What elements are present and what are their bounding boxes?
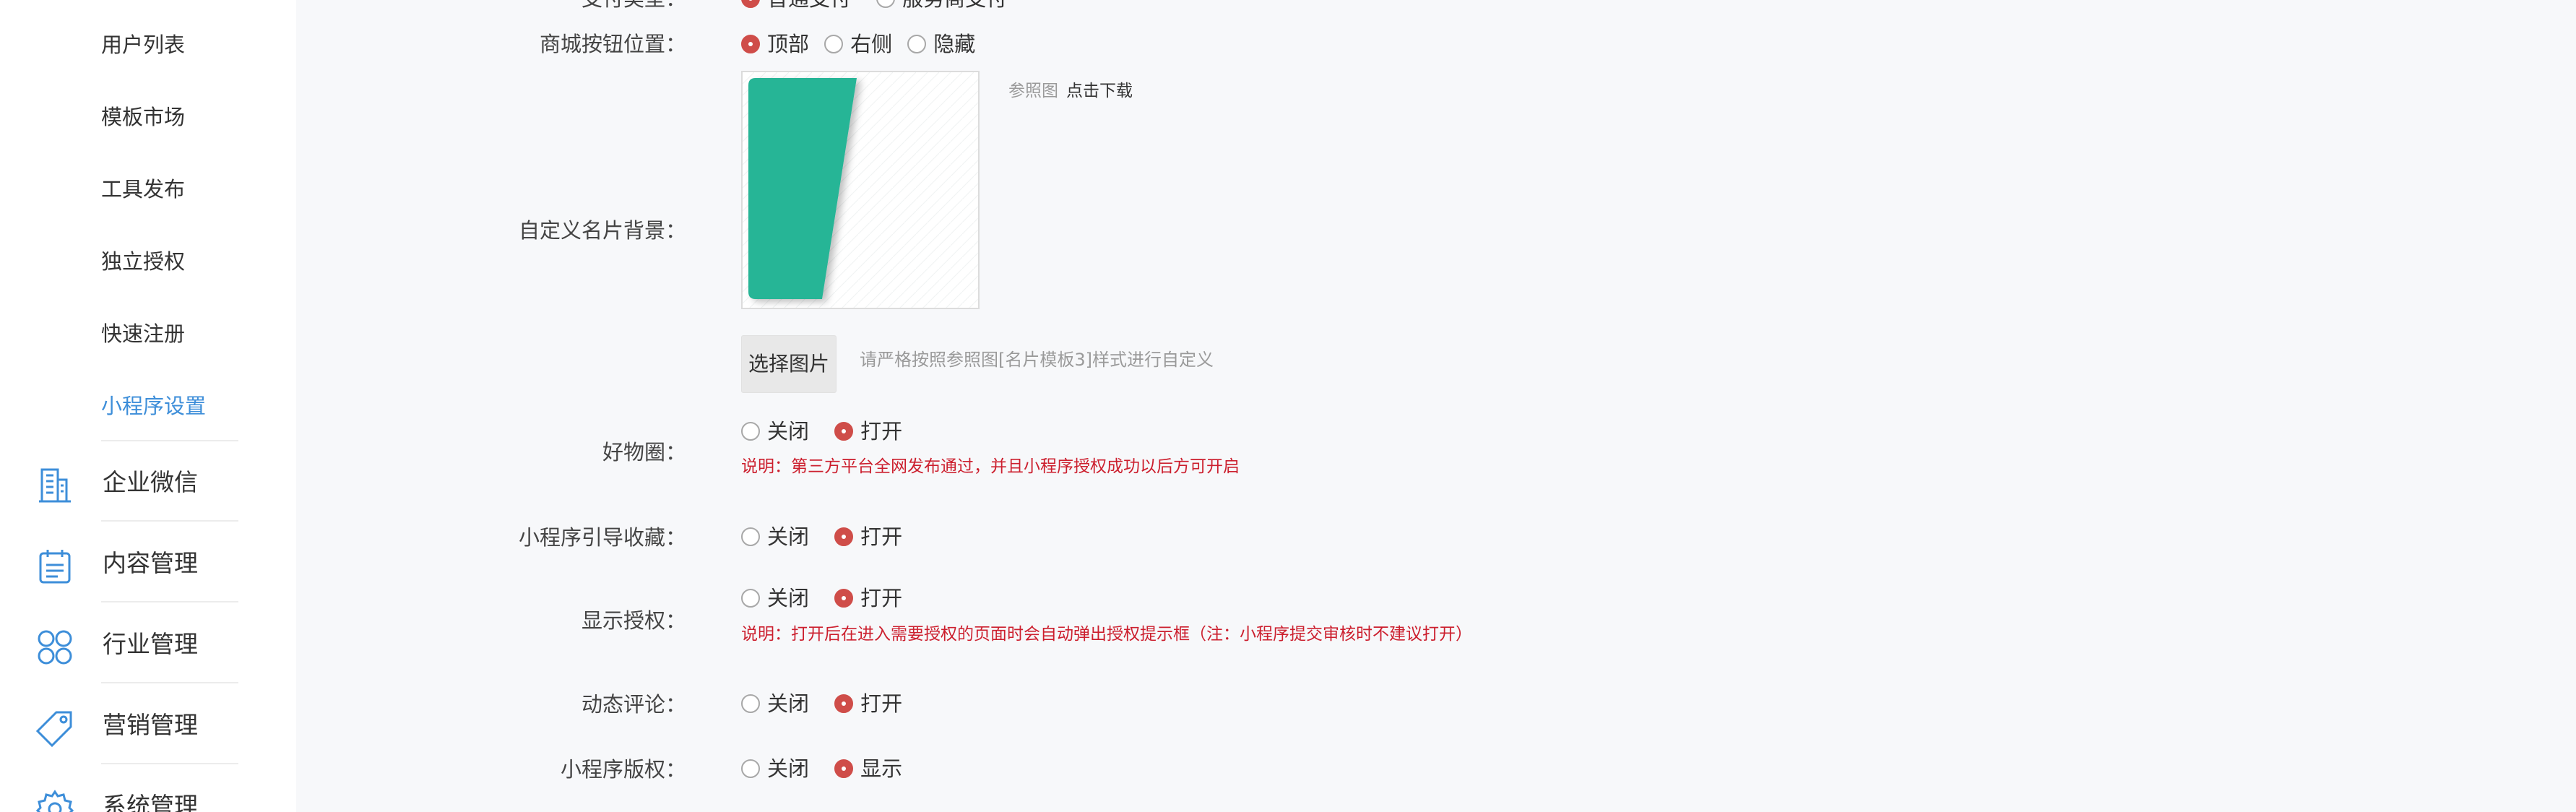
guide-favorite-label: 小程序引导收藏： (518, 525, 686, 550)
copyright-label: 小程序版权： (560, 757, 686, 782)
pay-type-provider-radio[interactable]: 服务商支付 (876, 0, 1007, 13)
show-auth-on-radio[interactable]: 打开 (834, 584, 902, 613)
radio-dot-icon (741, 35, 760, 53)
page: 用户列表 模板市场 工具发布 独立授权 快速注册 小程序设置 企业微信 内容管理… (0, 0, 2576, 812)
grid-circles-icon (35, 627, 75, 668)
radio-dot-icon (907, 35, 927, 53)
reference-image-label: 参照图 (1008, 82, 1058, 100)
sidebar-item-system-management[interactable]: 系统管理 (0, 777, 296, 812)
radio-dot-icon (876, 0, 896, 8)
radio-dot-icon (741, 759, 760, 778)
dynamic-comment-on-radio[interactable]: 打开 (834, 689, 902, 718)
radio-dot-icon (741, 0, 760, 8)
radio-dot-icon (834, 589, 854, 608)
sidebar-divider (101, 763, 238, 764)
sidebar-divider (101, 440, 238, 441)
radio-dot-icon (834, 694, 854, 713)
card-background-label: 自定义名片背景： (518, 218, 686, 243)
sidebar-item-miniprogram-settings[interactable]: 小程序设置 (101, 392, 206, 420)
sidebar-item-industry-management[interactable]: 行业管理 (0, 616, 296, 673)
pay-type-radio-group: 普通支付 服务商支付 (741, 0, 1029, 13)
goods-circle-label: 好物圈： (602, 440, 686, 465)
gear-icon (35, 789, 75, 812)
card-background-preview[interactable] (741, 71, 980, 309)
show-auth-note: 说明：打开后在进入需要授权的页面时会自动弹出授权提示框（注：小程序提交审核时不建… (741, 625, 1472, 644)
building-icon (35, 465, 75, 506)
mall-button-top-radio[interactable]: 顶部 (741, 30, 809, 59)
goods-circle-note: 说明：第三方平台全网发布通过，并且小程序授权成功以后方可开启 (741, 457, 1240, 476)
copyright-show-radio[interactable]: 显示 (834, 754, 902, 783)
goods-circle-on-radio[interactable]: 打开 (834, 417, 902, 446)
select-image-hint: 请严格按照参照图[名片模板3]样式进行自定义 (860, 350, 1214, 370)
sidebar-item-label: 营销管理 (103, 711, 198, 739)
settings-form: 支付类型： 普通支付 服务商支付 商城按钮位置： 顶部 右侧 隐藏 自定义名片背… (296, 0, 2576, 812)
sidebar-item-user-list[interactable]: 用户列表 (101, 30, 185, 59)
sidebar-item-tool-publish[interactable]: 工具发布 (101, 175, 185, 204)
sidebar-item-enterprise-wechat[interactable]: 企业微信 (0, 454, 296, 511)
dynamic-comment-off-radio[interactable]: 关闭 (741, 689, 809, 718)
guide-favorite-on-radio[interactable]: 打开 (834, 522, 902, 551)
radio-dot-icon (824, 35, 844, 53)
dynamic-comment-label: 动态评论： (581, 692, 686, 717)
sidebar-item-quick-register[interactable]: 快速注册 (101, 319, 185, 348)
show-auth-off-radio[interactable]: 关闭 (741, 584, 809, 613)
radio-dot-icon (741, 422, 760, 441)
sidebar-item-template-market[interactable]: 模板市场 (101, 103, 185, 131)
sidebar-item-independent-auth[interactable]: 独立授权 (101, 247, 185, 276)
goods-circle-radio-group: 关闭 打开 (741, 417, 924, 446)
tag-icon (35, 708, 75, 748)
mall-button-right-radio[interactable]: 右侧 (824, 30, 892, 59)
copyright-radio-group: 关闭 显示 (741, 754, 924, 783)
sidebar-item-content-management[interactable]: 内容管理 (0, 535, 296, 592)
calendar-list-icon (35, 546, 75, 587)
mall-button-hidden-radio[interactable]: 隐藏 (907, 30, 975, 59)
sidebar-divider (101, 520, 238, 522)
guide-favorite-radio-group: 关闭 打开 (741, 522, 924, 551)
dynamic-comment-radio-group: 关闭 打开 (741, 689, 924, 718)
download-reference-link[interactable]: 点击下载 (1066, 79, 1133, 103)
radio-dot-icon (834, 422, 854, 441)
sidebar-divider (101, 682, 238, 683)
sidebar-item-label: 企业微信 (103, 468, 198, 496)
mall-button-radio-group: 顶部 右侧 隐藏 (741, 30, 997, 59)
sidebar-divider (101, 601, 238, 602)
show-auth-label: 显示授权： (581, 608, 686, 633)
goods-circle-off-radio[interactable]: 关闭 (741, 417, 809, 446)
show-auth-radio-group: 关闭 打开 (741, 584, 924, 613)
radio-dot-icon (741, 694, 760, 713)
sidebar-item-label: 内容管理 (103, 549, 198, 577)
radio-dot-icon (741, 527, 760, 546)
sidebar-item-label: 系统管理 (103, 792, 198, 812)
pay-type-label: 支付类型： (296, 0, 686, 13)
radio-dot-icon (741, 589, 760, 608)
sidebar: 用户列表 模板市场 工具发布 独立授权 快速注册 小程序设置 企业微信 内容管理… (0, 0, 296, 812)
sidebar-item-marketing-management[interactable]: 营销管理 (0, 696, 296, 754)
mall-button-position-label: 商城按钮位置： (539, 32, 686, 56)
guide-favorite-off-radio[interactable]: 关闭 (741, 522, 809, 551)
radio-dot-icon (834, 527, 854, 546)
radio-dot-icon (834, 759, 854, 778)
pay-type-normal-radio[interactable]: 普通支付 (741, 0, 851, 13)
sidebar-item-label: 行业管理 (103, 630, 198, 658)
copyright-off-radio[interactable]: 关闭 (741, 754, 809, 783)
select-image-button[interactable]: 选择图片 (741, 335, 837, 393)
